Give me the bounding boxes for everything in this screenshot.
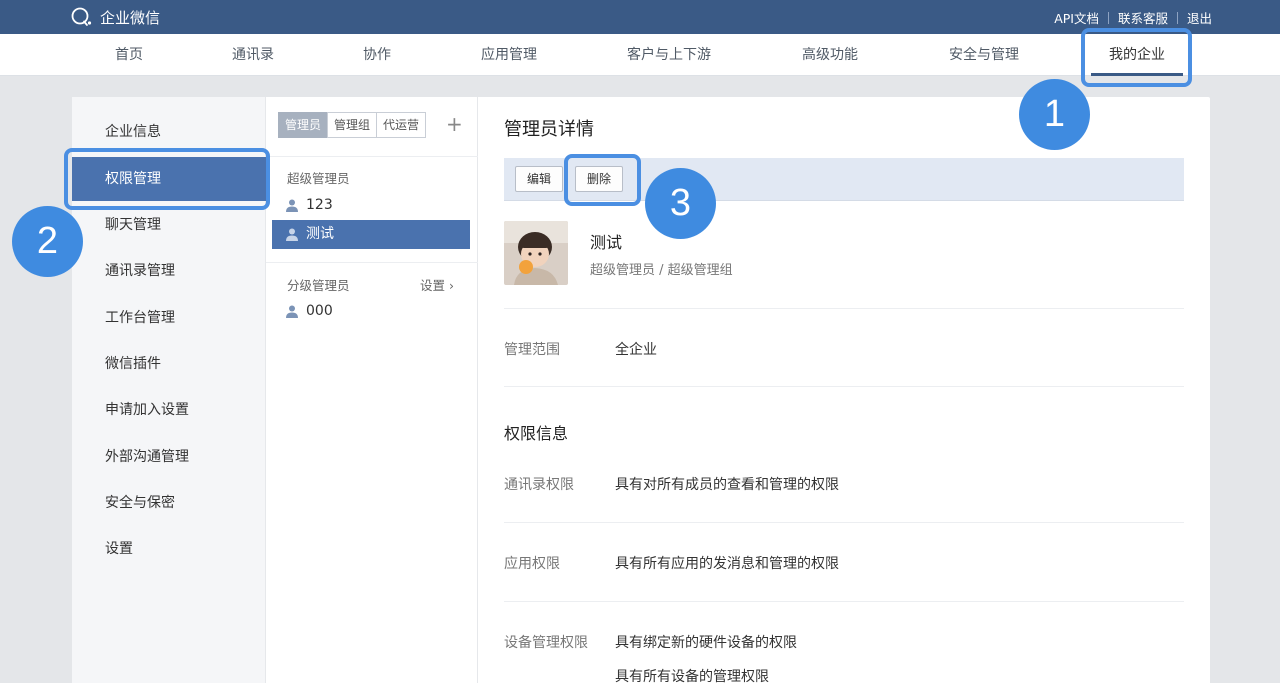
nav-advanced[interactable]: 高级功能 [802,34,858,76]
divider [1107,11,1109,24]
add-admin-button[interactable]: + [446,114,463,134]
sidebar-item-contacts-management[interactable]: 通讯录管理 [72,249,266,293]
device-permission-label: 设备管理权限 [504,635,588,651]
device-permission-value: 具有所有设备的管理权限 [615,669,769,683]
admin-tabs: 管理员 管理组 代运营 [278,112,427,138]
permissions-section-title: 权限信息 [504,424,569,443]
highlight-my-enterprise [1081,28,1192,87]
admin-detail-name: 测试 [590,233,623,252]
app-permission-label: 应用权限 [504,556,560,572]
tab-admin-groups[interactable]: 管理组 [327,112,378,138]
nav-home[interactable]: 首页 [115,34,143,76]
brand[interactable]: 企业微信 [70,6,160,28]
person-icon [286,228,298,241]
top-links: API文档 联系客服 退出 [1054,8,1212,27]
scope-label: 管理范围 [504,342,560,358]
highlight-permissions [64,148,270,210]
divider [504,308,1184,309]
admin-item-selected[interactable]: 测试 [272,220,470,249]
admin-detail-role: 超级管理员 / 超级管理组 [590,263,733,278]
scope-value: 全企业 [615,342,657,358]
contacts-permission-label: 通讯录权限 [504,477,574,493]
contact-support-link[interactable]: 联系客服 [1118,8,1168,27]
nav-customers[interactable]: 客户与上下游 [627,34,711,76]
nav-app-management[interactable]: 应用管理 [481,34,537,76]
api-docs-link[interactable]: API文档 [1054,8,1099,27]
admin-name: 000 [306,303,333,319]
divider [504,386,1184,387]
sidebar-item-join-settings[interactable]: 申请加入设置 [72,388,266,432]
divider [1176,11,1178,24]
divider [266,156,478,157]
divider [504,522,1184,523]
sidebar-item-wechat-plugin[interactable]: 微信插件 [72,342,266,386]
contacts-permission-value: 具有对所有成员的查看和管理的权限 [615,477,839,493]
sidebar-item-security[interactable]: 安全与保密 [72,481,266,525]
sidebar-item-external-comm[interactable]: 外部沟通管理 [72,435,266,479]
tab-agency[interactable]: 代运营 [376,112,427,138]
admin-name: 测试 [306,226,334,242]
callout-badge-3: 3 [645,168,716,239]
divider [504,601,1184,602]
person-icon [286,199,298,212]
app-permission-value: 具有所有应用的发消息和管理的权限 [615,556,839,572]
sub-admins-label: 分级管理员 [287,278,350,293]
page-title: 管理员详情 [504,119,594,140]
sidebar-item-settings[interactable]: 设置 [72,527,266,571]
nav-collaboration[interactable]: 协作 [363,34,391,76]
sub-admins-settings-link[interactable]: 设置 › [420,275,454,294]
avatar-photo [504,221,568,285]
edit-button[interactable]: 编辑 [515,166,564,192]
device-permission-value: 具有绑定新的硬件设备的权限 [615,635,797,651]
admin-name: 123 [306,197,333,213]
brand-name: 企业微信 [100,8,161,27]
callout-badge-1: 1 [1019,79,1090,150]
person-icon [286,305,298,318]
admin-item[interactable]: 123 [272,191,470,220]
wecom-logo-icon [71,7,92,26]
nav-contacts[interactable]: 通讯录 [232,34,274,76]
highlight-delete-button [564,154,641,206]
avatar [504,221,568,285]
callout-badge-2: 2 [12,206,83,277]
nav-security[interactable]: 安全与管理 [949,34,1019,76]
super-admins-label: 超级管理员 [287,171,350,186]
logout-link[interactable]: 退出 [1187,8,1212,27]
sidebar-item-workbench[interactable]: 工作台管理 [72,296,266,340]
divider [266,262,478,263]
admin-list-panel: 管理员 管理组 代运营 + 超级管理员 123 测试 分级管理员 设置 › 00… [266,97,478,683]
admin-item[interactable]: 000 [272,297,470,326]
tab-admins[interactable]: 管理员 [278,112,329,138]
